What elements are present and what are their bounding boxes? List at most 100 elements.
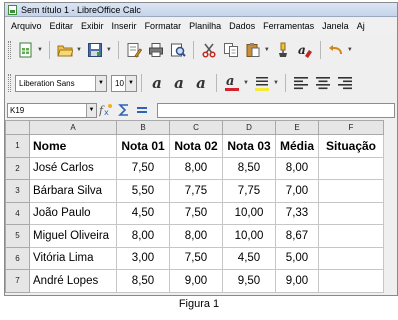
cell-situacao[interactable] xyxy=(318,179,384,203)
cell-nota-03[interactable]: 10,00 xyxy=(222,201,276,225)
cell-name[interactable]: Bárbara Silva xyxy=(29,179,117,203)
cell-nota-02[interactable]: 7,50 xyxy=(169,246,223,270)
cell-media[interactable]: 7,33 xyxy=(275,201,319,225)
chevron-down-icon[interactable]: ▼ xyxy=(243,80,249,86)
menu-ferramentas[interactable]: Ferramentas xyxy=(259,21,318,31)
header-cell-nota-01[interactable]: Nota 01 xyxy=(116,134,170,158)
chevron-down-icon[interactable]: ▼ xyxy=(37,47,43,53)
align-right-icon[interactable] xyxy=(335,73,355,93)
save-icon[interactable] xyxy=(85,40,105,60)
open-folder-icon[interactable] xyxy=(55,40,75,60)
column-header-d[interactable]: D xyxy=(222,120,276,135)
cell-media[interactable]: 8,00 xyxy=(275,156,319,180)
chevron-down-icon[interactable]: ▼ xyxy=(273,80,279,86)
cell-nota-03[interactable]: 8,50 xyxy=(222,156,276,180)
header-cell-situacao[interactable]: Situação xyxy=(318,134,384,158)
cell-nota-03[interactable]: 10,00 xyxy=(222,224,276,248)
highlight-color-icon[interactable] xyxy=(252,73,272,93)
align-left-icon[interactable] xyxy=(291,73,311,93)
print-preview-icon[interactable] xyxy=(168,40,188,60)
cell-situacao[interactable] xyxy=(318,269,384,293)
chevron-down-icon[interactable]: ▼ xyxy=(264,47,270,53)
menu-inserir[interactable]: Inserir xyxy=(108,21,141,31)
cell-nota-01[interactable]: 5,50 xyxy=(116,179,170,203)
equals-icon[interactable] xyxy=(134,100,150,120)
clone-formatting-icon[interactable] xyxy=(273,40,293,60)
cell-media[interactable]: 7,00 xyxy=(275,179,319,203)
cell-name[interactable]: Miguel Oliveira xyxy=(29,224,117,248)
row-header[interactable]: 4 xyxy=(5,201,30,225)
cell-nota-03[interactable]: 4,50 xyxy=(222,246,276,270)
menu-editar[interactable]: Editar xyxy=(46,21,78,31)
chevron-down-icon[interactable]: ▼ xyxy=(106,47,112,53)
cell-nota-02[interactable]: 8,00 xyxy=(169,156,223,180)
column-header-a[interactable]: A xyxy=(29,120,117,135)
menu-arquivo[interactable]: Arquivo xyxy=(5,21,46,31)
cell-name[interactable]: André Lopes xyxy=(29,269,117,293)
font-size-combobox[interactable]: 10 ▼ xyxy=(111,74,137,92)
column-header-f[interactable]: F xyxy=(318,120,384,135)
toolbar-grip[interactable] xyxy=(8,74,11,92)
cell-media[interactable]: 9,00 xyxy=(275,269,319,293)
print-icon[interactable] xyxy=(146,40,166,60)
cell-name[interactable]: João Paulo xyxy=(29,201,117,225)
cell-nota-03[interactable]: 9,50 xyxy=(222,269,276,293)
cell-nota-01[interactable]: 8,50 xyxy=(116,269,170,293)
header-cell-nota-02[interactable]: Nota 02 xyxy=(169,134,223,158)
font-color-icon[interactable]: a xyxy=(222,73,242,93)
align-center-icon[interactable] xyxy=(313,73,333,93)
cell-nota-01[interactable]: 3,00 xyxy=(116,246,170,270)
menu-janela[interactable]: Janela xyxy=(318,21,353,31)
copy-icon[interactable] xyxy=(221,40,241,60)
cut-icon[interactable] xyxy=(199,40,219,60)
underline-icon[interactable]: a xyxy=(191,73,211,93)
cell-nota-01[interactable]: 7,50 xyxy=(116,156,170,180)
row-header[interactable]: 7 xyxy=(5,269,30,293)
column-header-c[interactable]: C xyxy=(169,120,223,135)
chevron-down-icon[interactable]: ▼ xyxy=(347,47,353,53)
row-header[interactable]: 5 xyxy=(5,224,30,248)
clear-formatting-icon[interactable]: a xyxy=(295,40,315,60)
cell-nota-02[interactable]: 9,00 xyxy=(169,269,223,293)
column-header-b[interactable]: B xyxy=(116,120,170,135)
cell-name[interactable]: Vitória Lima xyxy=(29,246,117,270)
menu-planilha[interactable]: Planilha xyxy=(185,21,225,31)
cell-media[interactable]: 8,67 xyxy=(275,224,319,248)
cell-nota-03[interactable]: 7,75 xyxy=(222,179,276,203)
bold-icon[interactable]: a xyxy=(147,73,167,93)
cell-situacao[interactable] xyxy=(318,246,384,270)
cell-situacao[interactable] xyxy=(318,156,384,180)
italic-icon[interactable]: a xyxy=(169,73,189,93)
sum-icon[interactable] xyxy=(116,100,132,120)
paste-icon[interactable] xyxy=(243,40,263,60)
cell-situacao[interactable] xyxy=(318,201,384,225)
row-header[interactable]: 3 xyxy=(5,179,30,203)
menu-exibir[interactable]: Exibir xyxy=(77,21,108,31)
new-spreadsheet-icon[interactable] xyxy=(16,40,36,60)
cell-nota-01[interactable]: 4,50 xyxy=(116,201,170,225)
select-all-corner[interactable] xyxy=(5,120,30,135)
chevron-down-icon[interactable]: ▼ xyxy=(95,75,106,91)
chevron-down-icon[interactable]: ▼ xyxy=(125,75,136,91)
header-cell-nome[interactable]: Nome xyxy=(29,134,117,158)
cell-situacao[interactable] xyxy=(318,224,384,248)
undo-icon[interactable] xyxy=(326,40,346,60)
row-header[interactable]: 2 xyxy=(5,156,30,180)
cell-nota-02[interactable]: 7,75 xyxy=(169,179,223,203)
cell-name[interactable]: José Carlos xyxy=(29,156,117,180)
cell-media[interactable]: 5,00 xyxy=(275,246,319,270)
column-header-e[interactable]: E xyxy=(275,120,319,135)
row-header[interactable]: 1 xyxy=(5,134,30,158)
cell-nota-01[interactable]: 8,00 xyxy=(116,224,170,248)
menu-ajuda[interactable]: Aj xyxy=(353,21,369,31)
header-cell-media[interactable]: Média xyxy=(275,134,319,158)
menu-dados[interactable]: Dados xyxy=(225,21,259,31)
row-header[interactable]: 6 xyxy=(5,246,30,270)
edit-document-icon[interactable] xyxy=(124,40,144,60)
font-name-combobox[interactable]: Liberation Sans ▼ xyxy=(15,74,107,92)
formula-input[interactable] xyxy=(157,102,395,118)
chevron-down-icon[interactable]: ▼ xyxy=(76,47,82,53)
chevron-down-icon[interactable]: ▼ xyxy=(86,103,96,117)
cell-nota-02[interactable]: 7,50 xyxy=(169,201,223,225)
function-wizard-icon[interactable]: fx xyxy=(98,100,114,120)
